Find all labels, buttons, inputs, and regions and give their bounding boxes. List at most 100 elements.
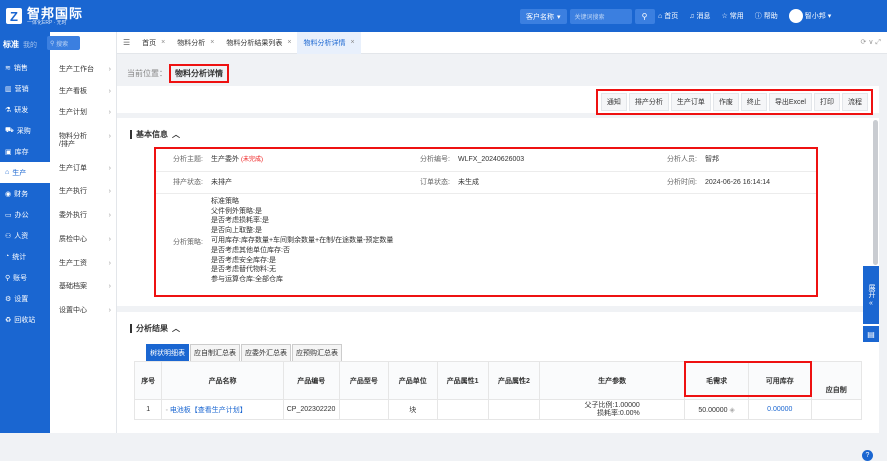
global-search: 客户名称 ▾ 关键词搜索 ⚲ bbox=[520, 9, 655, 24]
basic-info-card: 基本信息 ︿ 分析主题: 生产委外 (未完成) 分析编号: WLFX_202406… bbox=[117, 118, 879, 306]
cell-params: 父子比例:1.00000 损耗率:0.00% bbox=[539, 399, 686, 420]
toolbar-button-7[interactable]: 流程 bbox=[842, 93, 868, 111]
sidebar-item-6[interactable]: ◉ 财务 bbox=[0, 183, 50, 204]
cell-name[interactable]: ◦ 电池板【查看生产计划】 bbox=[161, 399, 284, 420]
chevron-right-icon: › bbox=[108, 307, 111, 314]
label-schedule: 排产状态: bbox=[156, 172, 207, 194]
home-link[interactable]: ⌂ 首页 bbox=[658, 11, 678, 21]
search-icon: ⚲ bbox=[641, 12, 648, 21]
home-icon: ⌂ bbox=[658, 12, 663, 20]
sidebar-item-9[interactable]: ◔ 统计 bbox=[0, 246, 50, 267]
close-icon[interactable]: × bbox=[350, 39, 354, 46]
cell-attr1 bbox=[436, 399, 489, 420]
sidebar-search-input[interactable]: ⚲ 搜索 bbox=[47, 36, 80, 50]
toolbar-button-4[interactable]: 终止 bbox=[740, 93, 767, 111]
help-link[interactable]: ⓘ 帮助 bbox=[755, 11, 778, 21]
sidebar-item-7[interactable]: ▭ 办公 bbox=[0, 204, 50, 225]
tab-2[interactable]: 物料分析结果列表 × bbox=[220, 32, 297, 54]
favorites-link[interactable]: ☆ 常用 bbox=[721, 11, 743, 21]
toolbar-button-6[interactable]: 打印 bbox=[814, 93, 840, 111]
pie-icon: ◔ bbox=[5, 253, 10, 260]
submenu-item[interactable]: 基础档案 › bbox=[59, 283, 111, 291]
sidebar-item-1[interactable]: ▥ 营销 bbox=[0, 78, 50, 99]
submenu-item[interactable]: 物料分析 /排产 › bbox=[59, 133, 111, 149]
table-row[interactable]: 1 ◦ 电池板【查看生产计划】 CP_202302220 块 父子比例:1.00000 … bbox=[133, 399, 863, 420]
subject-status: (未完成) bbox=[240, 157, 263, 163]
sidebar-item-label: 库存 bbox=[14, 148, 29, 156]
sidebar-item-label: 设置 bbox=[14, 295, 29, 303]
submenu-item[interactable]: 生产执行 › bbox=[59, 188, 111, 196]
tab-1[interactable]: 物料分析 × bbox=[171, 32, 220, 54]
value-schedule: 未排产 bbox=[207, 172, 372, 194]
submenu-item[interactable]: 委外执行 › bbox=[59, 212, 111, 220]
cell-attr2 bbox=[487, 399, 541, 420]
customer-select[interactable]: 客户名称 ▾ bbox=[520, 9, 567, 24]
toolbar-button-5[interactable]: 导出Excel bbox=[768, 93, 812, 111]
label-subject: 分析主题: bbox=[156, 149, 207, 172]
result-subtab-1[interactable]: 应自制汇总表 bbox=[190, 344, 240, 362]
scrollbar[interactable] bbox=[873, 120, 878, 265]
cell-stock[interactable]: 0.00000 bbox=[747, 399, 812, 420]
toolbar-button-2[interactable]: 生产订单 bbox=[670, 93, 711, 111]
chevron-left-icon: « bbox=[869, 299, 873, 307]
sidebar-item-8[interactable]: ⚇ 人资 bbox=[0, 225, 50, 246]
top-bar: Z 智邦国际 一体化ERP · 无时 客户名称 ▾ 关键词搜索 ⚲ ⌂ 首页 ♫ 消息… bbox=[0, 0, 887, 32]
sidebar-item-5[interactable]: ⌂ 生产 bbox=[0, 162, 50, 183]
sidebar-item-4[interactable]: ▣ 库存 bbox=[0, 141, 50, 162]
value-code: WLFX_20240626003 bbox=[454, 149, 619, 172]
star-icon: ☆ bbox=[721, 13, 728, 20]
basic-info-title[interactable]: 基本信息 ︿ bbox=[130, 129, 180, 140]
sidebar-item-2[interactable]: ⚗ 研发 bbox=[0, 99, 50, 120]
money-icon: ◉ bbox=[5, 190, 12, 198]
chevron-right-icon: › bbox=[108, 188, 111, 195]
toolbar-button-1[interactable]: 排产分析 bbox=[628, 93, 669, 111]
submenu-item[interactable]: 质检中心 › bbox=[59, 236, 111, 244]
result-subtab-0[interactable]: 树状明细表 bbox=[146, 344, 189, 362]
sidebar-item-12[interactable]: ♻ 回收站 bbox=[0, 309, 50, 330]
detail-icon[interactable]: ◈ bbox=[728, 407, 735, 414]
chat-icon: ▤ bbox=[867, 329, 875, 339]
submenu-item[interactable]: 生产工作台 › bbox=[59, 66, 111, 74]
label-code: 分析编号: bbox=[372, 149, 454, 172]
tab-0[interactable]: 首页 × bbox=[136, 32, 171, 54]
chevron-right-icon: › bbox=[108, 236, 111, 243]
sidebar-item-11[interactable]: ⚙ 设置 bbox=[0, 288, 50, 309]
sidebar-tab-standard[interactable]: 标准 bbox=[3, 39, 19, 50]
submenu-item[interactable]: 设置中心 › bbox=[59, 307, 111, 315]
expand-panel-button[interactable]: 展开 « bbox=[863, 266, 879, 324]
collapse-menu-icon[interactable]: ☰ bbox=[117, 38, 136, 47]
tab-3[interactable]: 物料分析详情 × bbox=[297, 31, 361, 54]
sidebar-item-label: 采购 bbox=[16, 127, 31, 135]
keyword-input[interactable]: 关键词搜索 bbox=[569, 9, 632, 24]
result-subtab-2[interactable]: 应委外汇总表 bbox=[241, 344, 291, 362]
cell-gross: 50.00000 ◈ bbox=[684, 399, 749, 420]
results-title[interactable]: 分析结果 ︿ bbox=[130, 323, 180, 334]
result-subtab-3[interactable]: 应预购汇总表 bbox=[292, 344, 342, 362]
close-icon[interactable]: × bbox=[161, 39, 165, 46]
submenu-item[interactable]: 生产看板 › bbox=[59, 88, 111, 96]
sidebar-item-0[interactable]: ≋ 销售 bbox=[0, 57, 50, 78]
help-float-button[interactable]: ? bbox=[862, 450, 873, 461]
sidebar-item-label: 统计 bbox=[12, 253, 27, 261]
close-icon[interactable]: × bbox=[287, 39, 291, 46]
column-header: 产品编号 bbox=[282, 361, 340, 400]
chat-button[interactable]: ▤ bbox=[863, 326, 879, 342]
sidebar-item-label: 回收站 bbox=[14, 316, 36, 324]
search-button[interactable]: ⚲ bbox=[634, 9, 655, 24]
submenu-item[interactable]: 生产工资 › bbox=[59, 260, 111, 268]
close-icon[interactable]: × bbox=[210, 39, 214, 46]
sidebar-item-10[interactable]: ⚲ 账号 bbox=[0, 267, 50, 288]
messages-link[interactable]: ♫ 消息 bbox=[689, 11, 710, 21]
user-menu[interactable]: 智小邦 ▾ bbox=[788, 9, 831, 23]
tabs-controls[interactable]: ⟳ ∨ ⤢ bbox=[861, 38, 881, 47]
sidebar-tab-mine[interactable]: 我的 bbox=[23, 40, 37, 50]
sidebar-item-3[interactable]: ⛟ 采购 bbox=[0, 120, 50, 141]
chevron-right-icon: › bbox=[108, 109, 111, 116]
cell-no: 1 bbox=[133, 399, 163, 420]
brand-logo[interactable]: Z 智邦国际 一体化ERP · 无时 bbox=[0, 7, 110, 26]
column-header: 产品名称 bbox=[161, 361, 284, 400]
submenu-item[interactable]: 生产订单 › bbox=[59, 165, 111, 173]
toolbar-button-3[interactable]: 作废 bbox=[712, 93, 739, 111]
submenu-item[interactable]: 生产计划 › bbox=[59, 109, 111, 117]
toolbar-button-0[interactable]: 通知 bbox=[600, 93, 627, 111]
